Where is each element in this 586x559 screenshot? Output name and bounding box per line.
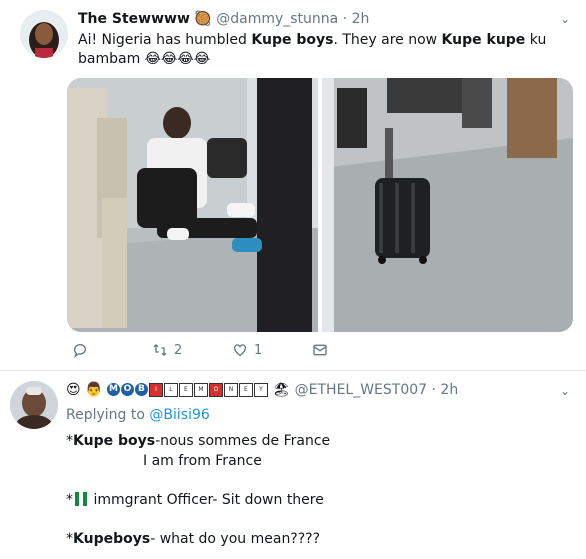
name-letter: E	[238, 383, 253, 397]
heart-icon	[234, 344, 246, 357]
tweet-text: Ai! Nigeria has humbled Kupe boys. They …	[78, 31, 578, 69]
laughing-emojis: 😂😂😂😂	[144, 51, 211, 67]
line-text: immgrant Officer- Sit down there	[89, 492, 324, 508]
replying-to: Replying to @Biisi96	[66, 407, 210, 423]
display-name[interactable]: The Stewwww	[78, 11, 190, 27]
tweet-header: The Stewwww 🥘 @dammy_stunna · 2h	[78, 11, 370, 27]
name-letter: M	[106, 383, 120, 396]
timestamp[interactable]: 2h	[440, 382, 458, 398]
replying-to-label: Replying to	[66, 407, 145, 423]
line-bold: Kupe boys	[73, 433, 156, 449]
chevron-down-icon[interactable]: ⌄	[560, 384, 570, 398]
person-emoji: 👨	[85, 382, 103, 398]
text-bold: Kupe kupe	[441, 32, 526, 48]
envelope-icon	[313, 344, 327, 356]
timestamp[interactable]: 2h	[352, 11, 370, 27]
reply-line: *Kupe boys-nous sommes de France	[66, 432, 330, 451]
name-letter: B	[134, 383, 148, 396]
tweet-photos[interactable]	[67, 78, 573, 332]
photo-right[interactable]	[322, 78, 573, 332]
like-count: 1	[254, 342, 263, 358]
chevron-down-icon[interactable]: ⌄	[560, 12, 570, 26]
name-letter: O	[208, 383, 223, 397]
reply-button[interactable]	[72, 342, 94, 358]
name-letter: O	[120, 383, 134, 396]
like-button[interactable]: 1	[232, 342, 262, 358]
retweet-count: 2	[174, 342, 183, 358]
line-prefix: *	[66, 492, 73, 508]
tweet-header: 😍 👨 M O B I L E M O N E Y 🏖 @ETHEL_WEST0…	[66, 382, 459, 398]
reply-line: *Kupeboys- what do you mean????	[66, 530, 320, 549]
line-prefix: *	[66, 433, 73, 449]
line-text: - what do you mean????	[150, 531, 321, 547]
retweet-button[interactable]: 2	[152, 342, 182, 358]
retweet-icon	[153, 344, 167, 356]
reply-line: * immgrant Officer- Sit down there	[66, 491, 324, 510]
name-letter: N	[223, 383, 238, 397]
reply-line: I am from France	[143, 452, 262, 471]
display-name[interactable]: M O B I L E M O N E Y	[106, 383, 268, 397]
heart-eyes-emoji: 😍	[66, 382, 81, 398]
food-emoji: 🥘	[194, 11, 212, 27]
avatar[interactable]	[20, 10, 68, 58]
name-letter: I	[148, 383, 163, 397]
text-bold: Kupe boys	[251, 32, 334, 48]
beach-emoji: 🏖	[272, 382, 291, 398]
name-letter: M	[193, 383, 208, 397]
tweet-1[interactable]: The Stewwww 🥘 @dammy_stunna · 2h ⌄ Ai! N…	[0, 0, 586, 371]
name-letter: E	[178, 383, 193, 397]
tweet-actions: 2 1	[0, 342, 586, 366]
avatar[interactable]	[10, 381, 58, 429]
name-letter: L	[163, 383, 178, 397]
handle[interactable]: @dammy_stunna	[216, 11, 338, 27]
handle[interactable]: @ETHEL_WEST007	[295, 382, 427, 398]
name-letter: Y	[253, 383, 268, 397]
message-button[interactable]	[312, 342, 328, 358]
line-text: -nous sommes de France	[155, 433, 331, 449]
text-part: . They are now	[333, 32, 442, 48]
nigeria-flag-icon	[75, 492, 87, 506]
line-prefix: *	[66, 531, 73, 547]
reply-icon	[73, 344, 86, 358]
text-part: Ai! Nigeria has humbled	[78, 32, 252, 48]
line-bold: Kupeboys	[73, 531, 151, 547]
replying-to-link[interactable]: @Biisi96	[149, 407, 209, 423]
line-text: I am from France	[143, 453, 262, 469]
photo-left[interactable]	[67, 78, 318, 332]
